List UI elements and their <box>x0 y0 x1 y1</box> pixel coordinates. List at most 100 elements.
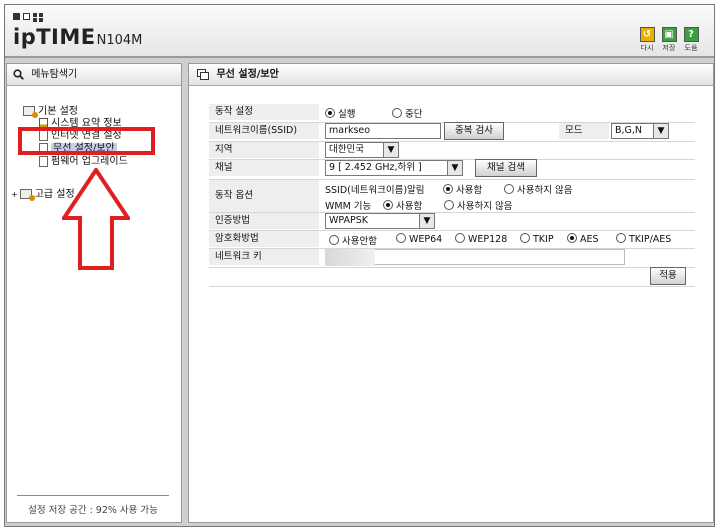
page-icon <box>39 155 48 167</box>
wmm-label: WMM 기능 <box>325 201 372 212</box>
radio-label: TKIP <box>533 234 554 245</box>
wireless-settings-panel: 무선 설정/보안 동작 설정 실행 중단 네트워크이름(SSID) markse… <box>188 63 714 523</box>
redacted-key-block <box>325 249 375 266</box>
encryption-tkip-radio[interactable]: TKIP <box>520 233 554 245</box>
help-label: 도움 <box>684 44 698 52</box>
encryption-wep128-radio[interactable]: WEP128 <box>455 233 507 245</box>
row-divider <box>209 267 695 268</box>
page-title: 무선 설정/보안 <box>189 64 713 86</box>
radio-icon <box>392 108 402 118</box>
refresh-button[interactable]: ↺ 다시 <box>637 27 657 53</box>
radio-label: 사용함 <box>396 201 423 212</box>
wmm-off-radio[interactable]: 사용하지 않음 <box>444 198 512 212</box>
help-icon: ? <box>683 27 699 42</box>
save-label: 저장 <box>662 44 676 52</box>
auth-label: 인증방법 <box>209 213 319 229</box>
encryption-tkipaes-radio[interactable]: TKIP/AES <box>616 233 671 245</box>
logo-square <box>23 13 30 20</box>
region-label: 지역 <box>209 142 319 158</box>
up-arrow-annotation <box>62 168 130 270</box>
save-button[interactable]: ▣ 저장 <box>659 27 679 53</box>
radio-selected-icon <box>443 184 453 194</box>
logo-square <box>33 18 37 22</box>
radio-label: 사용하지 않음 <box>457 201 513 212</box>
ssid-broadcast-on-radio[interactable]: 사용함 <box>443 182 482 196</box>
region-select[interactable]: 대한민국 ▼ <box>325 142 399 158</box>
folder-icon <box>23 106 38 118</box>
magnifier-icon <box>13 68 24 80</box>
operation-run-radio[interactable]: 실행 <box>325 106 355 120</box>
auth-select[interactable]: WPAPSK ▼ <box>325 213 435 229</box>
refresh-icon: ↺ <box>639 27 655 42</box>
radio-selected-icon <box>325 108 335 118</box>
encryption-none-radio[interactable]: 사용안함 <box>329 233 377 247</box>
radio-selected-icon <box>567 233 577 243</box>
apply-button[interactable]: 적용 <box>650 267 686 285</box>
auth-value: WPAPSK <box>329 215 369 226</box>
window-icon <box>197 68 209 80</box>
encryption-aes-radio[interactable]: AES <box>567 233 599 245</box>
radio-icon <box>329 235 339 245</box>
radio-icon <box>396 233 406 243</box>
radio-icon <box>444 200 454 210</box>
radio-label: 사용함 <box>456 185 483 196</box>
menu-explorer-label: 메뉴탐색기 <box>31 69 78 80</box>
channel-value: 9 [ 2.452 GHz,하위 ] <box>329 162 422 173</box>
radio-label: 실행 <box>338 109 356 120</box>
radio-icon <box>616 233 626 243</box>
brand-logo: ipTIMEN104M <box>13 25 142 49</box>
radio-label: WEP128 <box>468 234 508 245</box>
chevron-down-icon: ▼ <box>447 161 462 175</box>
wmm-on-radio[interactable]: 사용함 <box>383 198 422 212</box>
logo-square <box>39 13 43 17</box>
row-divider <box>209 286 695 287</box>
mode-value: B,G,N <box>615 125 643 136</box>
chevron-down-icon: ▼ <box>653 124 668 138</box>
radio-label: 사용하지 않음 <box>517 185 573 196</box>
save-icon: ▣ <box>661 27 677 42</box>
logo-square <box>13 13 20 20</box>
channel-label: 채널 <box>209 160 319 176</box>
refresh-label: 다시 <box>640 44 654 52</box>
help-button[interactable]: ? 도움 <box>681 27 701 53</box>
logo-square <box>39 18 43 22</box>
radio-icon <box>455 233 465 243</box>
operation-stop-radio[interactable]: 중단 <box>392 106 422 120</box>
brand-name: ipTIME <box>13 25 96 49</box>
folder-icon <box>19 189 35 201</box>
tree-item-label: 펌웨어 업그레이드 <box>51 156 128 167</box>
header-bar: ipTIMEN104M ↺ 다시 ▣ 저장 ? 도움 <box>5 5 714 58</box>
channel-search-button[interactable]: 채널 검색 <box>475 159 537 177</box>
radio-icon <box>504 184 514 194</box>
model-name: N104M <box>96 33 143 48</box>
duplicate-check-button[interactable]: 중복 검사 <box>444 122 504 140</box>
page-title-text: 무선 설정/보안 <box>216 69 279 80</box>
highlight-box <box>18 127 155 155</box>
operation-label: 동작 설정 <box>209 104 319 120</box>
ssid-input[interactable]: markseo <box>325 123 441 139</box>
region-value: 대한민국 <box>329 144 364 155</box>
expand-icon[interactable]: + <box>11 190 18 199</box>
radio-label: TKIP/AES <box>629 234 672 245</box>
chevron-down-icon: ▼ <box>383 143 398 157</box>
mode-label: 모드 <box>559 123 609 139</box>
radio-label: WEP64 <box>409 234 443 245</box>
ssid-broadcast-off-radio[interactable]: 사용하지 않음 <box>504 182 572 196</box>
chevron-down-icon: ▼ <box>419 214 434 228</box>
channel-select[interactable]: 9 [ 2.452 GHz,하위 ] ▼ <box>325 160 463 176</box>
mode-select[interactable]: B,G,N ▼ <box>611 123 669 139</box>
encryption-wep64-radio[interactable]: WEP64 <box>396 233 442 245</box>
storage-status: 설정 저장 공간 : 92% 사용 가능 <box>17 495 169 516</box>
encryption-label: 암호화방법 <box>209 231 319 247</box>
ssid-label: 네트워크이름(SSID) <box>209 123 319 139</box>
radio-label: 중단 <box>405 109 423 120</box>
radio-icon <box>520 233 530 243</box>
ssid-broadcast-label: SSID(네트워크이름)알림 <box>325 185 425 196</box>
menu-explorer-title: 메뉴탐색기 <box>7 64 181 86</box>
radio-label: AES <box>580 234 599 245</box>
radio-label: 사용안함 <box>342 236 377 247</box>
logo-square <box>33 13 37 17</box>
radio-selected-icon <box>383 200 393 210</box>
network-key-label: 네트워크 키 <box>209 249 319 265</box>
options-label: 동작 옵션 <box>209 180 319 212</box>
